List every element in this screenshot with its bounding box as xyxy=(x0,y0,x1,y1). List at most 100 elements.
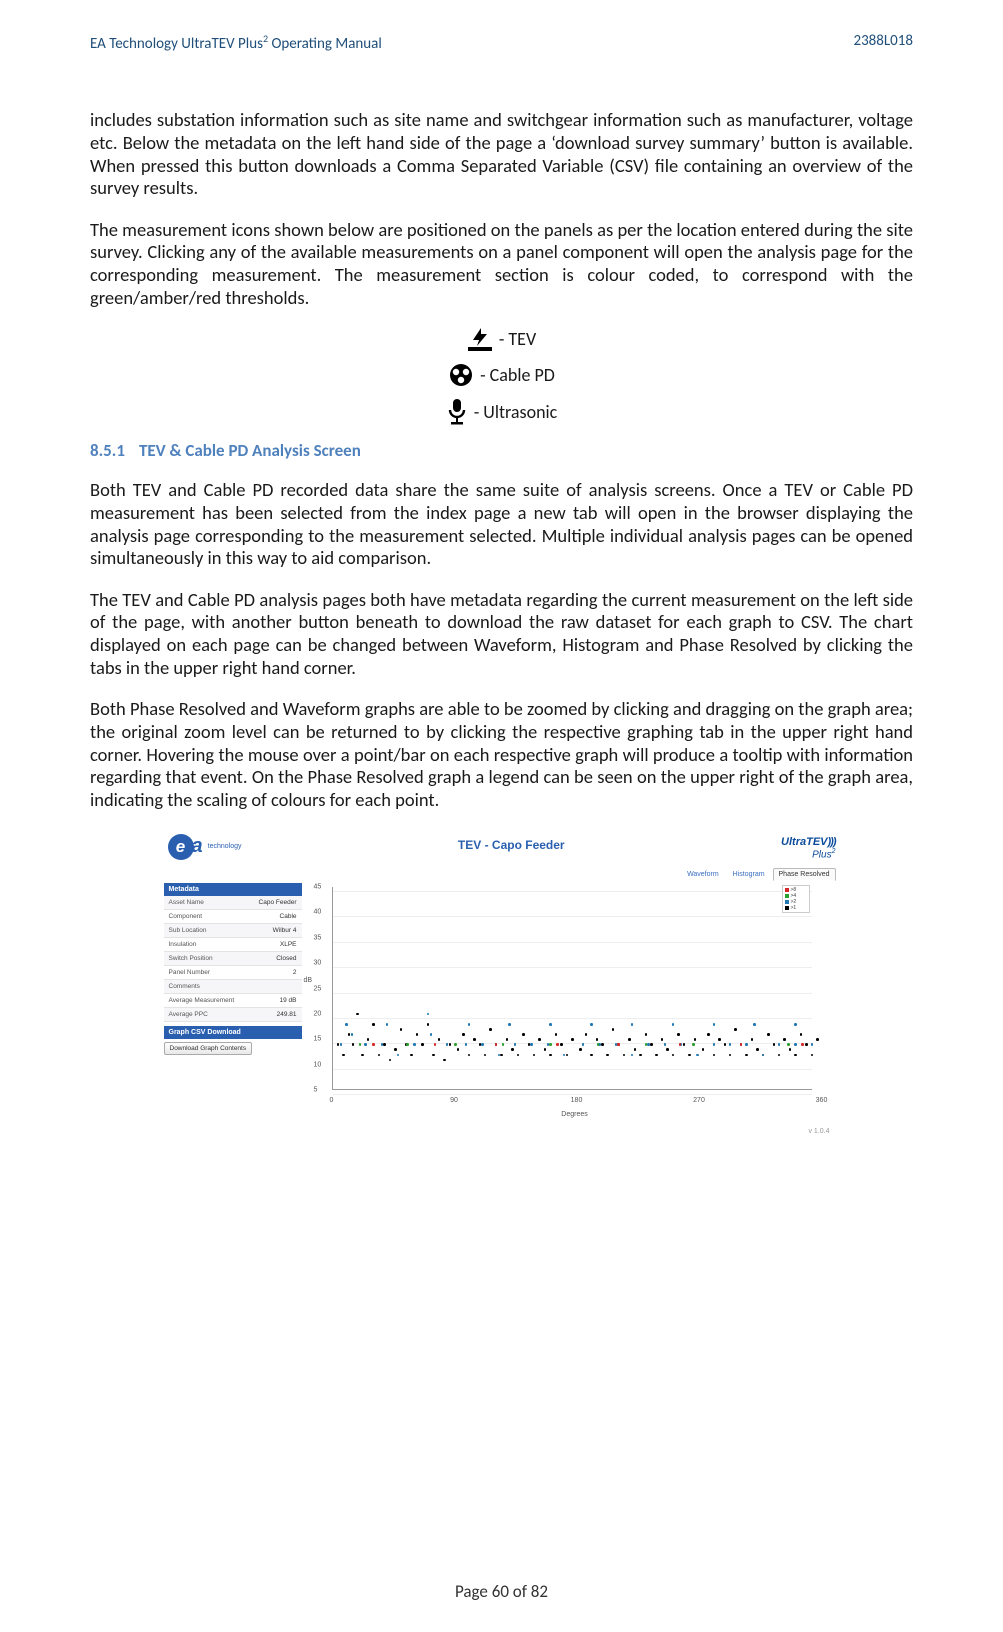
data-point[interactable] xyxy=(745,1054,748,1057)
data-point[interactable] xyxy=(356,1013,359,1016)
data-point[interactable] xyxy=(432,1054,435,1057)
data-point[interactable] xyxy=(811,1054,814,1057)
data-point[interactable] xyxy=(713,1043,716,1046)
data-point[interactable] xyxy=(650,1043,653,1046)
download-graph-contents-button[interactable]: Download Graph Contents xyxy=(164,1042,253,1055)
data-point[interactable] xyxy=(647,1043,650,1046)
data-point[interactable] xyxy=(351,1033,354,1036)
data-point[interactable] xyxy=(773,1043,776,1046)
data-point[interactable] xyxy=(713,1023,716,1026)
data-point[interactable] xyxy=(702,1048,705,1051)
data-point[interactable] xyxy=(655,1054,658,1057)
data-point[interactable] xyxy=(533,1054,536,1057)
data-point[interactable] xyxy=(345,1023,348,1026)
data-point[interactable] xyxy=(522,1033,525,1036)
data-point[interactable] xyxy=(579,1048,582,1051)
data-point[interactable] xyxy=(679,1043,682,1046)
data-point[interactable] xyxy=(645,1033,648,1036)
data-point[interactable] xyxy=(468,1023,471,1026)
data-point[interactable] xyxy=(789,1048,792,1051)
data-point[interactable] xyxy=(661,1038,664,1041)
data-point[interactable] xyxy=(410,1054,413,1057)
data-point[interactable] xyxy=(361,1054,364,1057)
data-point[interactable] xyxy=(800,1033,803,1036)
data-point[interactable] xyxy=(427,1023,430,1026)
data-point[interactable] xyxy=(372,1043,375,1046)
data-point[interactable] xyxy=(794,1043,797,1046)
data-point[interactable] xyxy=(645,1043,648,1046)
data-point[interactable] xyxy=(449,1043,452,1046)
data-point[interactable] xyxy=(378,1054,381,1057)
data-point[interactable] xyxy=(762,1054,765,1057)
data-point[interactable] xyxy=(549,1054,552,1057)
data-point[interactable] xyxy=(767,1033,770,1036)
data-point[interactable] xyxy=(457,1048,460,1051)
data-point[interactable] xyxy=(489,1028,492,1031)
data-point[interactable] xyxy=(724,1043,727,1046)
data-point[interactable] xyxy=(694,1038,697,1041)
data-point[interactable] xyxy=(468,1054,471,1057)
data-point[interactable] xyxy=(756,1048,759,1051)
data-point[interactable] xyxy=(563,1054,566,1057)
data-point[interactable] xyxy=(753,1023,756,1026)
data-point[interactable] xyxy=(397,1054,400,1057)
data-point[interactable] xyxy=(438,1038,441,1041)
data-point[interactable] xyxy=(783,1038,786,1041)
data-point[interactable] xyxy=(718,1038,721,1041)
data-point[interactable] xyxy=(677,1033,680,1036)
data-point[interactable] xyxy=(566,1054,569,1057)
data-point[interactable] xyxy=(811,1043,814,1046)
data-point[interactable] xyxy=(549,1023,552,1026)
data-point[interactable] xyxy=(692,1043,695,1046)
data-point[interactable] xyxy=(688,1054,691,1057)
data-point[interactable] xyxy=(481,1043,484,1046)
data-point[interactable] xyxy=(794,1023,797,1026)
data-point[interactable] xyxy=(530,1043,533,1046)
data-point[interactable] xyxy=(631,1054,634,1057)
data-point[interactable] xyxy=(612,1028,615,1031)
data-point[interactable] xyxy=(502,1043,505,1046)
data-point[interactable] xyxy=(443,1059,446,1062)
data-point[interactable] xyxy=(556,1043,559,1046)
data-point[interactable] xyxy=(506,1038,509,1041)
data-point[interactable] xyxy=(434,1043,437,1046)
data-point[interactable] xyxy=(606,1054,609,1057)
data-point[interactable] xyxy=(462,1033,465,1036)
data-point[interactable] xyxy=(538,1038,541,1041)
data-point[interactable] xyxy=(683,1043,686,1046)
data-point[interactable] xyxy=(386,1023,389,1026)
data-point[interactable] xyxy=(590,1023,593,1026)
data-point[interactable] xyxy=(394,1048,397,1051)
data-point[interactable] xyxy=(631,1023,634,1026)
phase-resolved-chart[interactable]: dB Degrees >8>4>2>1 51015202530354045090… xyxy=(310,883,840,1118)
data-point[interactable] xyxy=(816,1038,819,1041)
data-point[interactable] xyxy=(734,1028,737,1031)
data-point[interactable] xyxy=(454,1043,457,1046)
data-point[interactable] xyxy=(517,1054,520,1057)
data-point[interactable] xyxy=(484,1054,487,1057)
data-point[interactable] xyxy=(367,1038,370,1041)
data-point[interactable] xyxy=(427,1013,430,1016)
data-point[interactable] xyxy=(571,1038,574,1041)
tab-histogram[interactable]: Histogram xyxy=(727,868,771,881)
tab-waveform[interactable]: Waveform xyxy=(681,868,725,881)
data-point[interactable] xyxy=(342,1054,345,1057)
data-point[interactable] xyxy=(787,1043,790,1046)
data-point[interactable] xyxy=(617,1043,620,1046)
chart-plot-area[interactable] xyxy=(332,887,812,1090)
data-point[interactable] xyxy=(560,1043,563,1046)
data-point[interactable] xyxy=(359,1043,362,1046)
data-point[interactable] xyxy=(707,1033,710,1036)
data-point[interactable] xyxy=(664,1043,667,1046)
data-point[interactable] xyxy=(628,1038,631,1041)
data-point[interactable] xyxy=(596,1038,599,1041)
data-point[interactable] xyxy=(549,1043,552,1046)
data-point[interactable] xyxy=(634,1048,637,1051)
data-point[interactable] xyxy=(672,1054,675,1057)
data-point[interactable] xyxy=(406,1043,409,1046)
tab-phase-resolved[interactable]: Phase Resolved xyxy=(773,868,836,881)
data-point[interactable] xyxy=(416,1033,419,1036)
data-point[interactable] xyxy=(713,1054,716,1057)
data-point[interactable] xyxy=(389,1059,392,1062)
data-point[interactable] xyxy=(544,1048,547,1051)
